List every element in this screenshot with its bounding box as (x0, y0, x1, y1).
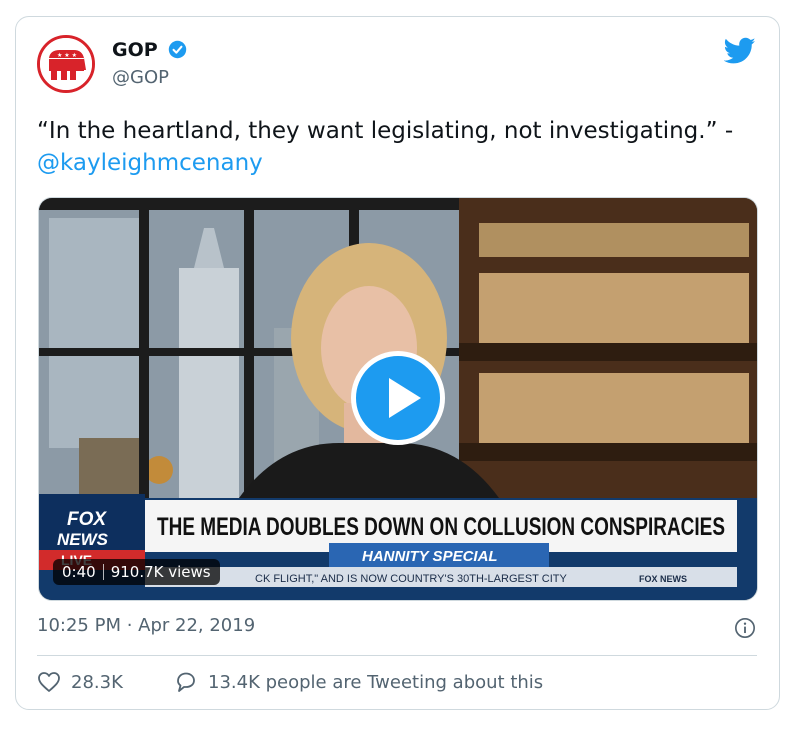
gop-avatar[interactable]: ★ ★ ★ (37, 35, 95, 93)
tweet-text: “In the heartland, they want legislating… (37, 115, 757, 179)
badge-separator (102, 564, 104, 580)
play-button[interactable] (351, 351, 445, 445)
fox-logo-bottom: NEWS (57, 530, 109, 549)
divider (37, 655, 757, 656)
verified-badge-icon (169, 40, 187, 59)
author-name-text: GOP (112, 39, 158, 61)
heart-icon (38, 672, 60, 692)
video-stats-badge: 0:40 910.7K views (53, 559, 220, 585)
video-duration: 0:40 (62, 563, 96, 581)
video-views: 910.7K views (110, 563, 211, 581)
mention-link[interactable]: @kayleighmcenany (37, 150, 263, 176)
reply-button[interactable]: 13.4K people are Tweeting about this (174, 671, 543, 693)
like-count: 28.3K (71, 671, 123, 693)
info-icon[interactable] (734, 617, 756, 639)
twitter-bird-icon[interactable] (724, 37, 756, 65)
svg-text:★ ★ ★: ★ ★ ★ (57, 52, 77, 59)
author-handle[interactable]: @GOP (112, 67, 169, 88)
chyron-show: HANNITY SPECIAL (362, 548, 498, 565)
reply-bubble-icon (177, 672, 195, 692)
fox-logo-top: FOX (67, 509, 107, 530)
ticker-logo: FOX NEWS (639, 574, 687, 584)
reply-text: 13.4K people are Tweeting about this (208, 671, 544, 693)
like-button[interactable]: 28.3K (37, 671, 123, 693)
gop-elephant-icon: ★ ★ ★ (40, 38, 92, 90)
author-name[interactable]: GOP (112, 39, 187, 61)
video-player[interactable]: THE MEDIA DOUBLES DOWN ON COLLUSION CONS… (38, 197, 758, 601)
chyron-headline: THE MEDIA DOUBLES DOWN ON COLLUSION CONS… (157, 513, 725, 541)
chyron-ticker: CK FLIGHT," AND IS NOW COUNTRY'S 30TH-LA… (255, 573, 567, 585)
tweet-card[interactable]: ★ ★ ★ GOP @GOP “In the heartland, they w… (15, 16, 780, 710)
tweet-body: “In the heartland, they want legislating… (37, 118, 734, 144)
tweet-timestamp[interactable]: 10:25 PM · Apr 22, 2019 (37, 615, 255, 636)
